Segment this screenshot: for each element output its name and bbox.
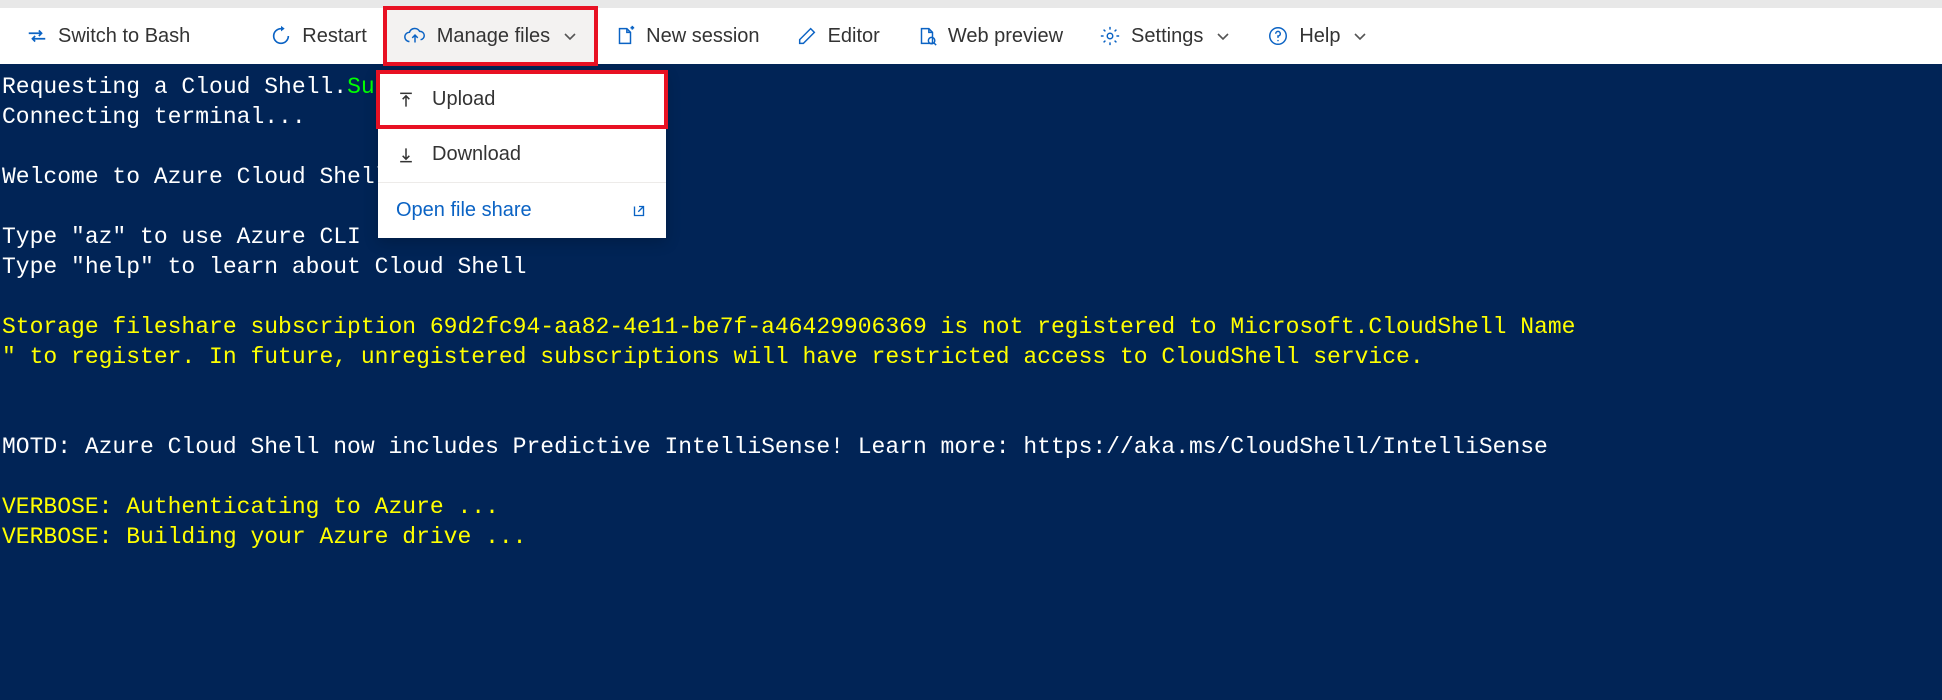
manage-files-button[interactable]: Manage files [385, 8, 596, 64]
terminal-line: Connecting terminal... [2, 104, 306, 130]
new-session-icon [614, 25, 636, 47]
terminal-line: Type "az" to use Azure CLI [2, 224, 361, 250]
external-link-icon [630, 202, 648, 220]
web-preview-button[interactable]: Web preview [898, 8, 1081, 64]
new-session-button[interactable]: New session [596, 8, 777, 64]
terminal-line: VERBOSE: Authenticating to Azure ... [2, 494, 499, 520]
web-preview-icon [916, 25, 938, 47]
editor-label: Editor [828, 25, 880, 48]
chevron-down-icon [562, 28, 578, 44]
cloudshell-terminal[interactable]: Requesting a Cloud Shell.Su Connecting t… [0, 64, 1942, 700]
swap-icon [26, 25, 48, 47]
window-top-strip [0, 0, 1942, 8]
download-label: Download [432, 143, 521, 166]
switch-to-bash-button[interactable]: Switch to Bash [8, 8, 208, 64]
terminal-line: " to register. In future, unregistered s… [2, 344, 1424, 370]
settings-label: Settings [1131, 25, 1203, 48]
new-session-label: New session [646, 25, 759, 48]
terminal-line: MOTD: Azure Cloud Shell now includes Pre… [2, 434, 1548, 460]
upload-icon [396, 90, 416, 110]
help-label: Help [1299, 25, 1340, 48]
web-preview-label: Web preview [948, 25, 1063, 48]
download-menuitem[interactable]: Download [378, 127, 666, 182]
terminal-line: Storage fileshare subscription 69d2fc94-… [2, 314, 1575, 340]
terminal-line: Welcome to Azure Cloud Shell [2, 164, 388, 190]
cloudshell-toolbar: Switch to Bash Restart Manage files [0, 8, 1942, 64]
chevron-down-icon [1352, 28, 1368, 44]
terminal-line: Su [347, 74, 375, 100]
restart-icon [270, 25, 292, 47]
upload-label: Upload [432, 88, 495, 111]
gear-icon [1099, 25, 1121, 47]
chevron-down-icon [1215, 28, 1231, 44]
upload-menuitem[interactable]: Upload [378, 72, 666, 127]
restart-button[interactable]: Restart [252, 8, 384, 64]
terminal-line: Requesting a Cloud Shell. [2, 74, 347, 100]
settings-button[interactable]: Settings [1081, 8, 1249, 64]
open-file-share-menuitem[interactable]: Open file share [378, 183, 666, 238]
switch-to-bash-label: Switch to Bash [58, 25, 190, 48]
help-icon [1267, 25, 1289, 47]
help-button[interactable]: Help [1249, 8, 1386, 64]
restart-label: Restart [302, 25, 366, 48]
terminal-line: VERBOSE: Building your Azure drive ... [2, 524, 527, 550]
editor-button[interactable]: Editor [778, 8, 898, 64]
manage-files-dropdown: Upload Download Open file share [378, 72, 666, 238]
terminal-line: Type "help" to learn about Cloud Shell [2, 254, 527, 280]
manage-files-label: Manage files [437, 25, 550, 48]
cloud-upload-icon [403, 25, 427, 47]
open-file-share-label: Open file share [396, 199, 532, 222]
pencil-icon [796, 25, 818, 47]
download-icon [396, 145, 416, 165]
